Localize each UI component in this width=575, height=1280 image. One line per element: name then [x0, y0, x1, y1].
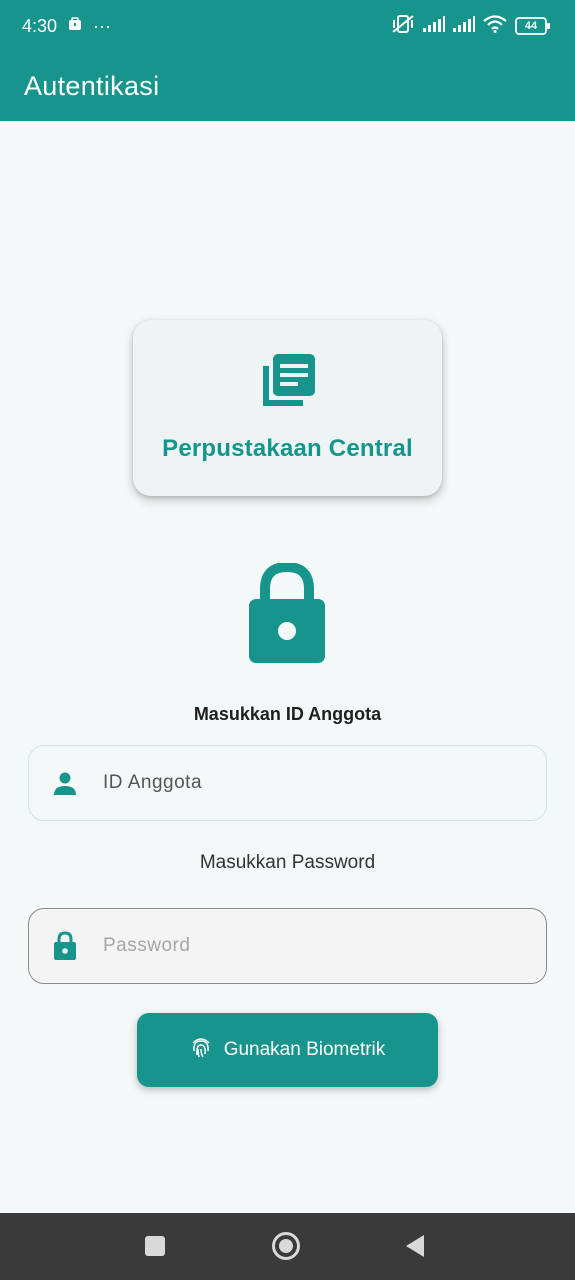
signal-icon — [423, 15, 445, 37]
page-title: Autentikasi — [24, 71, 160, 101]
status-left: 4:30 ··· — [22, 16, 111, 37]
biometric-button[interactable]: Gunakan Biometrik — [137, 1013, 438, 1087]
member-id-field[interactable]: ID Anggota — [28, 745, 547, 821]
system-nav-bar — [0, 1213, 575, 1280]
status-time: 4:30 — [22, 15, 58, 36]
signal-icon — [453, 15, 475, 37]
wifi-icon — [483, 14, 507, 38]
lock-icon — [248, 561, 326, 670]
mute-vibrate-icon — [391, 14, 415, 39]
person-icon — [29, 771, 101, 795]
back-button[interactable] — [404, 1234, 426, 1263]
brand-card: Perpustakaan Central — [133, 320, 442, 496]
status-bar: 4:30 ··· 44 — [0, 0, 575, 52]
password-placeholder: Password — [103, 935, 191, 956]
battery-icon: 44 — [515, 17, 551, 35]
member-id-placeholder: ID Anggota — [103, 772, 203, 793]
battery-level: 44 — [524, 20, 538, 32]
recents-button[interactable] — [145, 1236, 165, 1261]
app-bar: Autentikasi — [0, 52, 575, 121]
home-button[interactable] — [271, 1231, 301, 1266]
status-right: 44 — [391, 14, 551, 39]
password-field[interactable]: Password — [28, 908, 547, 984]
lock-icon — [29, 931, 101, 961]
app-name: Perpustakaan Central — [162, 435, 413, 462]
briefcase-icon — [67, 16, 83, 37]
biometric-button-label: Gunakan Biometrik — [223, 1039, 386, 1060]
password-label: Masukkan Password — [199, 852, 376, 873]
more-notifications-icon: ··· — [93, 15, 112, 36]
id-label: Masukkan ID Anggota — [193, 704, 382, 724]
fingerprint-icon — [190, 1035, 212, 1065]
library-books-icon — [259, 352, 317, 415]
